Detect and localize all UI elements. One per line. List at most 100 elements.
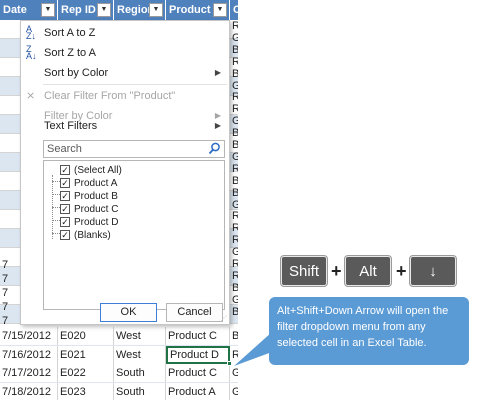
table-cell[interactable]: R <box>230 103 238 115</box>
table-cell[interactable]: G <box>230 80 238 92</box>
table-cell[interactable]: Product A <box>166 382 230 400</box>
tree-line <box>52 194 60 195</box>
submenu-arrow-icon: ▶ <box>214 68 221 77</box>
ok-button[interactable]: OK <box>100 303 157 322</box>
table-cell[interactable]: 7 <box>0 286 20 300</box>
sort-by-color-label: Sort by Color <box>44 67 109 79</box>
header-region[interactable]: Region ▼ <box>114 0 166 20</box>
list-item-label: Product B <box>74 191 118 202</box>
resize-grip-icon[interactable]: ⋰ <box>221 316 227 322</box>
table-cell[interactable]: G <box>230 32 238 44</box>
table-cell[interactable]: R <box>230 258 238 270</box>
checkbox-checked[interactable]: ✓ <box>60 204 70 214</box>
table-cell[interactable]: Product C <box>166 327 230 345</box>
header-date[interactable]: Date ▼ <box>0 0 58 20</box>
table-cell[interactable]: 7/18/2012 <box>0 382 58 400</box>
sort-by-color-item[interactable]: Sort by Color ▶ <box>21 63 229 83</box>
table-cell[interactable]: 7 <box>0 258 20 272</box>
table-cell[interactable]: E021 <box>58 345 114 364</box>
table-cell[interactable]: 7 <box>0 272 20 286</box>
table-cell[interactable]: 7/17/2012 <box>0 364 58 382</box>
header-rep-id-label: Rep ID <box>61 4 96 16</box>
table-cell[interactable]: G <box>230 151 238 163</box>
text-filters-item[interactable]: Text Filters ▶ <box>21 116 229 136</box>
header-product-label: Product <box>169 4 211 16</box>
table-cell[interactable]: R <box>230 222 238 234</box>
checkbox-checked[interactable]: ✓ <box>60 191 70 201</box>
key-down-arrow: ↓ <box>410 256 456 286</box>
cancel-button[interactable]: Cancel <box>166 303 223 322</box>
table-cell[interactable]: B <box>230 68 238 80</box>
list-item-label: (Blanks) <box>74 230 111 241</box>
header-rep-id[interactable]: Rep ID ▼ <box>58 0 114 20</box>
table-cell[interactable]: B <box>230 139 238 151</box>
filter-active-dropdown-icon[interactable]: ▼ <box>213 3 227 17</box>
clear-filter-icon: ⨯ <box>26 90 36 102</box>
tree-line <box>52 233 60 234</box>
key-shift: Shift <box>281 256 327 286</box>
table-cell[interactable]: 7 <box>0 300 20 314</box>
checkbox-checked[interactable]: ✓ <box>60 217 70 227</box>
header-product[interactable]: Product ▼ <box>166 0 230 20</box>
header-date-label: Date <box>3 4 27 16</box>
table-cell[interactable]: G <box>230 294 238 306</box>
plus-sign: + <box>396 261 407 281</box>
table-cell[interactable]: G <box>230 199 238 211</box>
callout-box: Alt+Shift+Down Arrow will open the filte… <box>269 297 469 365</box>
clear-filter-label: Clear Filter From "Product" <box>44 90 176 102</box>
table-cell[interactable]: E022 <box>58 364 114 382</box>
table-cell[interactable]: G <box>230 115 238 127</box>
table-cell[interactable]: R <box>230 270 238 282</box>
clear-filter-item[interactable]: ⨯ Clear Filter From "Product" <box>21 86 229 106</box>
sort-a-to-z-label: Sort A to Z <box>44 27 96 39</box>
sort-z-to-a-item[interactable]: Z A↓ Sort Z to A <box>21 43 229 63</box>
header-c-label: C <box>233 4 238 16</box>
filter-dropdown-icon[interactable]: ▼ <box>149 3 163 17</box>
table-cell[interactable]: G <box>230 382 238 400</box>
checkbox-checked[interactable]: ✓ <box>60 165 70 175</box>
sort-z-to-a-label: Sort Z to A <box>44 47 96 59</box>
list-item-label: Product C <box>74 204 119 215</box>
table-cell[interactable]: B <box>230 44 238 56</box>
table-cell[interactable]: B <box>230 175 238 187</box>
table-cell[interactable]: G <box>230 246 238 258</box>
filter-dropdown-icon[interactable]: ▼ <box>97 3 111 17</box>
submenu-arrow-icon: ▶ <box>214 121 221 130</box>
search-box[interactable] <box>43 140 225 158</box>
table-cell[interactable]: R <box>230 91 238 103</box>
table-cell[interactable]: R <box>230 163 238 175</box>
checkbox-checked[interactable]: ✓ <box>60 178 70 188</box>
header-c[interactable]: C <box>230 0 238 20</box>
table-cell[interactable]: E023 <box>58 382 114 400</box>
selected-cell[interactable]: Product D <box>166 345 230 364</box>
search-icon <box>208 142 220 155</box>
tree-line <box>52 207 60 208</box>
table-cell[interactable]: West <box>114 327 166 345</box>
table-cell[interactable]: E020 <box>58 327 114 345</box>
table-cell[interactable]: Product C <box>166 364 230 382</box>
list-item-label: Product A <box>74 178 118 189</box>
table-cell[interactable]: 7 <box>0 314 20 328</box>
search-input[interactable] <box>44 141 204 157</box>
table-header-row: Date ▼ Rep ID ▼ Region ▼ Product ▼ C <box>0 0 238 20</box>
table-cell[interactable]: B <box>230 127 238 139</box>
table-cell[interactable]: 7/15/2012 <box>0 327 58 345</box>
sort-a-to-z-item[interactable]: A Z↓ Sort A to Z <box>21 23 229 43</box>
table-cell[interactable]: 7/16/2012 <box>0 345 58 364</box>
table-cell[interactable]: R <box>230 56 238 68</box>
table-cell[interactable]: South <box>114 382 166 400</box>
filter-values-list: ✓ (Select All) ✓ Product A ✓ Product B ✓… <box>43 160 225 310</box>
table-cell[interactable]: South <box>114 364 166 382</box>
sort-ascending-icon: A Z↓ <box>26 24 36 41</box>
filter-dropdown-icon[interactable]: ▼ <box>41 3 55 17</box>
table-cell[interactable]: West <box>114 345 166 364</box>
checkbox-checked[interactable]: ✓ <box>60 230 70 240</box>
table-cell[interactable]: B <box>230 282 238 294</box>
table-cell[interactable]: R <box>230 20 238 32</box>
sort-descending-icon: Z A↓ <box>26 44 37 61</box>
table-cell[interactable]: B <box>230 187 238 199</box>
tree-line <box>52 220 60 221</box>
table-cell[interactable]: B <box>230 306 238 318</box>
table-cell[interactable]: R <box>230 234 238 246</box>
table-cell[interactable]: R <box>230 210 238 222</box>
